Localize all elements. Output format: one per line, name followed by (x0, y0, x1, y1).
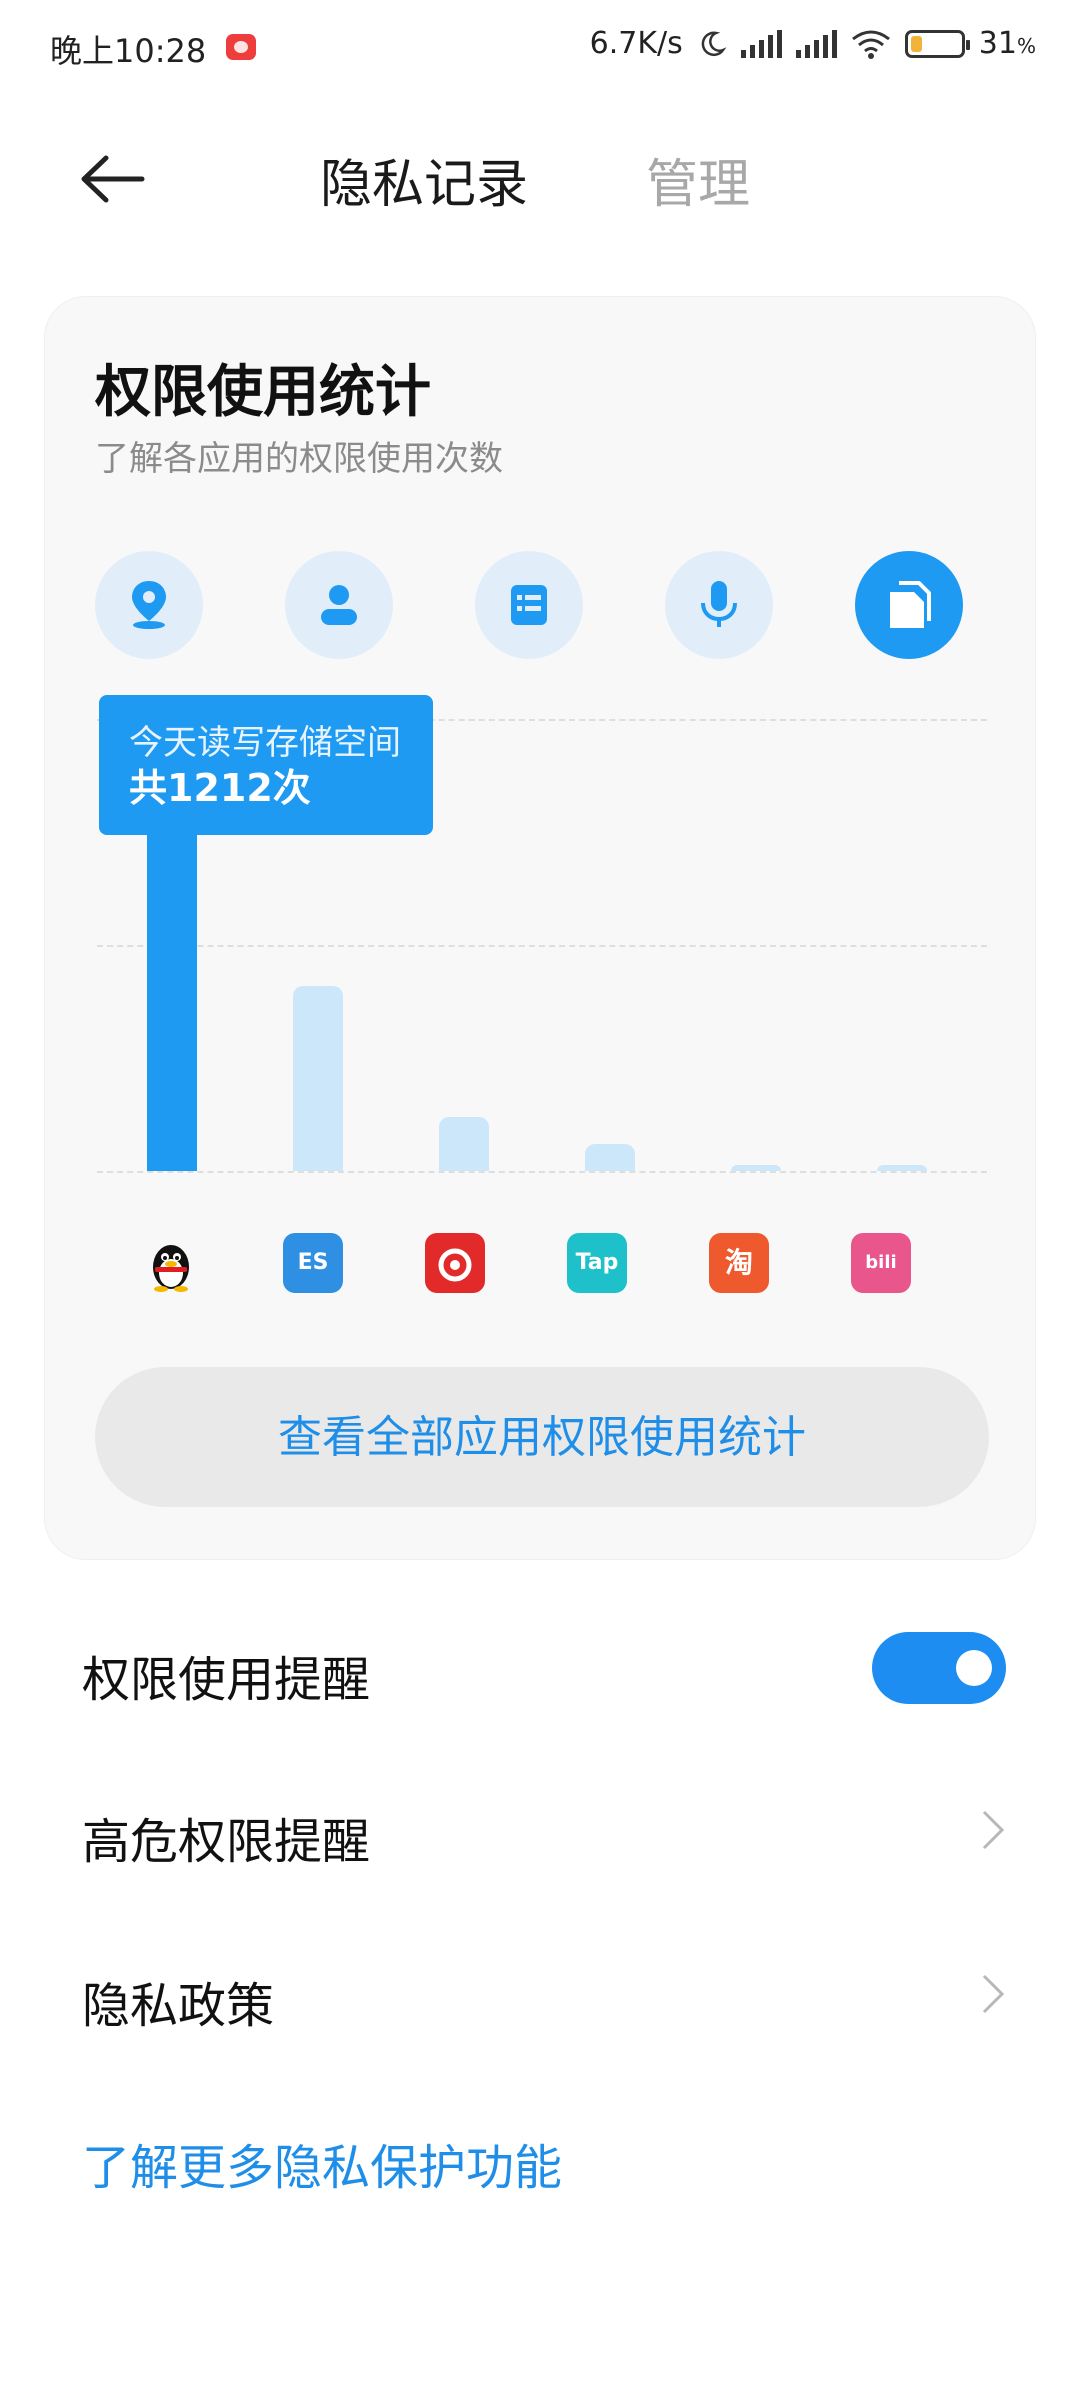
chart-bar-taobao[interactable] (731, 1165, 781, 1171)
signal-icon-1 (740, 29, 782, 58)
chart-tooltip: 今天读写存储空间 共1212次 (99, 695, 433, 835)
status-time: 晚上10:28 (50, 32, 207, 70)
status-bar: 晚上10:28 6.7K/s 31% (0, 0, 1080, 96)
privacy-policy-row[interactable]: 隐私政策 (0, 1920, 1080, 2070)
netease-music-icon[interactable] (425, 1233, 485, 1293)
back-arrow-icon[interactable] (78, 154, 148, 204)
chevron-right-icon (982, 1974, 1005, 2014)
privacy-policy-label: 隐私政策 (82, 1978, 275, 2034)
high-risk-reminder-row[interactable]: 高危权限提醒 (0, 1756, 1080, 1906)
tab-manage[interactable]: 管理 (646, 142, 750, 217)
moon-icon (701, 31, 727, 56)
permission-reminder-toggle[interactable] (872, 1632, 1006, 1704)
taobao-icon[interactable]: 淘 (709, 1233, 769, 1293)
view-all-stats-button[interactable]: 查看全部应用权限使用统计 (95, 1367, 989, 1507)
chart-bar-es-file-explorer[interactable] (293, 985, 343, 1171)
bilibili-icon[interactable]: bili (851, 1233, 911, 1293)
card-title: 权限使用统计 (95, 360, 431, 425)
chart-bar-taptap[interactable] (585, 1143, 635, 1171)
sms-icon[interactable] (475, 551, 583, 659)
page-title: 隐私记录 (320, 155, 529, 215)
grid-baseline (97, 1171, 987, 1173)
high-risk-reminder-label: 高危权限提醒 (82, 1814, 371, 1870)
chevron-right-icon (982, 1810, 1005, 1850)
grid-line (97, 945, 987, 947)
notification-app-icon (226, 34, 256, 60)
learn-more-link[interactable]: 了解更多隐私保护功能 (82, 2128, 562, 2198)
chart-bar-netease-music[interactable] (439, 1116, 489, 1171)
battery-icon (904, 29, 970, 58)
qq-icon[interactable] (141, 1233, 201, 1293)
permission-reminder-row[interactable]: 权限使用提醒 (0, 1594, 1080, 1744)
permission-reminder-label: 权限使用提醒 (82, 1652, 371, 1708)
status-right: 6.7K/s 31% (590, 26, 1036, 61)
wifi-icon (851, 30, 890, 59)
contacts-icon[interactable] (285, 551, 393, 659)
permission-stats-card: 权限使用统计 了解各应用的权限使用次数 今天读写存储空间 共1212次 ES T… (44, 296, 1036, 1560)
card-subtitle: 了解各应用的权限使用次数 (95, 439, 503, 479)
chart-bar-bilibili[interactable] (877, 1165, 927, 1171)
chart-bar-qq[interactable] (147, 817, 197, 1171)
signal-icon-2 (795, 29, 837, 58)
app-header: 隐私记录 管理 (0, 120, 1080, 240)
microphone-icon[interactable] (665, 551, 773, 659)
tooltip-line2: 共1212次 (129, 766, 311, 810)
es-file-explorer-icon[interactable]: ES (283, 1233, 343, 1293)
toggle-knob (956, 1650, 992, 1686)
taptap-icon[interactable]: Tap (567, 1233, 627, 1293)
location-icon[interactable] (95, 551, 203, 659)
battery-percent: 31% (978, 26, 1036, 61)
net-speed: 6.7K/s (589, 26, 683, 61)
storage-icon[interactable] (855, 551, 963, 659)
